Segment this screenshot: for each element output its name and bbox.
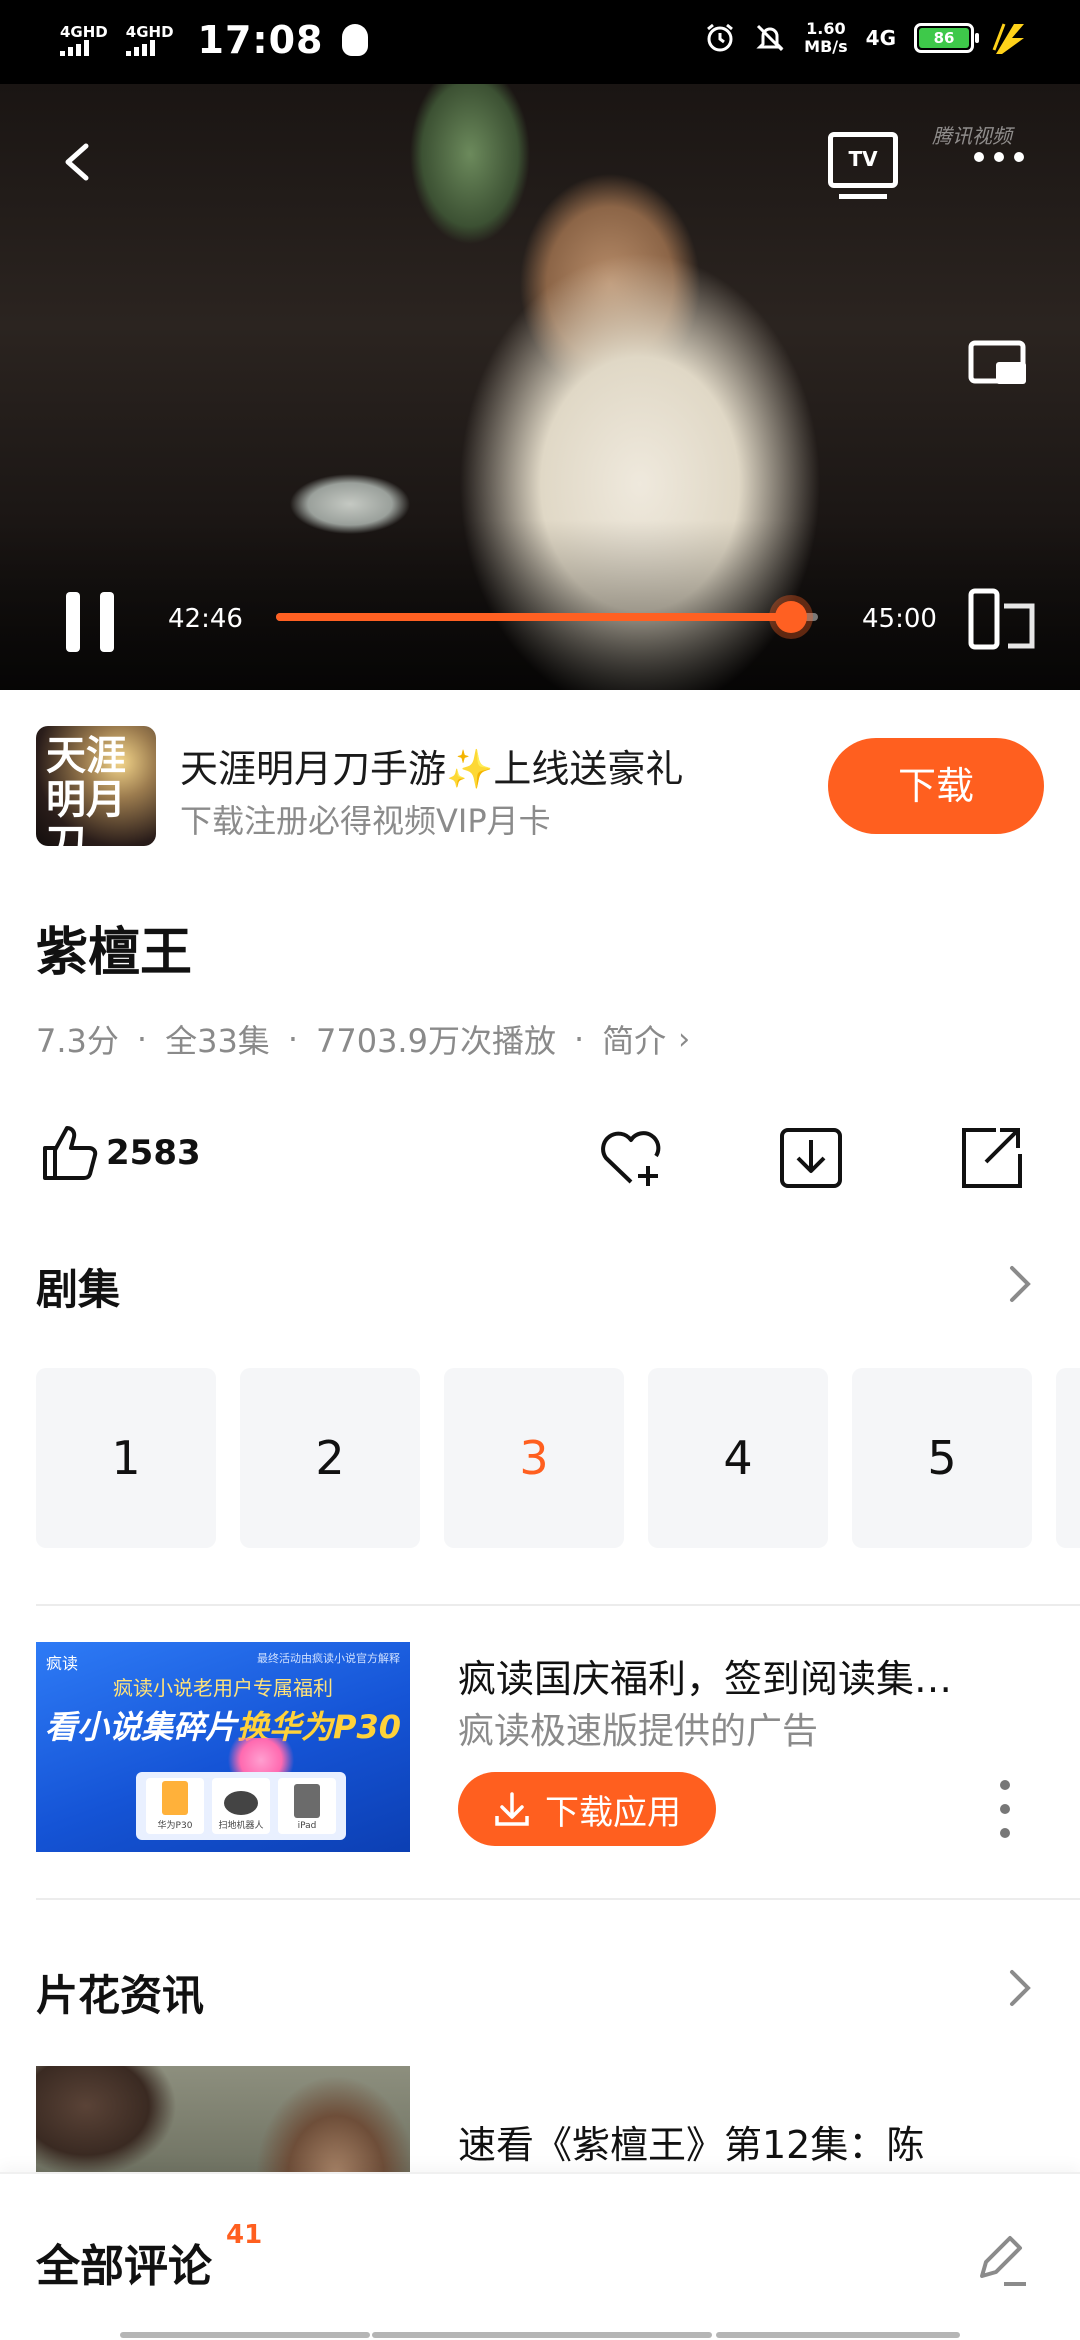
ad-download-button[interactable]: 下载 bbox=[828, 738, 1044, 834]
ad-card-title[interactable]: 疯读国庆福利，签到阅读集… bbox=[458, 1648, 1018, 1703]
prize-label: 华为P30 bbox=[157, 1821, 193, 1831]
intro-link[interactable]: 简介 bbox=[602, 1016, 666, 1062]
ad-card-image[interactable]: 疯读 最终活动由疯读小说官方解释 疯读小说老用户专属福利 看小说集碎片换华为P3… bbox=[36, 1642, 410, 1852]
sim2-signal-icon: 4GHD bbox=[125, 23, 174, 56]
meta-separator: · bbox=[287, 1020, 298, 1058]
show-title: 紫檀王 bbox=[36, 923, 193, 983]
edit-comment-icon[interactable] bbox=[972, 2230, 1032, 2290]
comment-bar[interactable]: 全部评论 41 bbox=[0, 2172, 1080, 2340]
back-icon[interactable] bbox=[58, 142, 98, 182]
sim1-signal-icon: 4GHD bbox=[60, 24, 108, 56]
share-icon[interactable] bbox=[956, 1122, 1026, 1192]
episode-tile-current[interactable]: 3 bbox=[444, 1368, 624, 1548]
divider bbox=[36, 1604, 1080, 1606]
prize-robot: 扫地机器人 bbox=[212, 1778, 270, 1834]
episode-tile[interactable]: 4 bbox=[648, 1368, 828, 1548]
video-player[interactable]: TV 腾讯视频 42:46 45:00 bbox=[0, 84, 1080, 690]
action-row: 2583 bbox=[0, 1110, 1080, 1200]
ad-subtitle: 下载注册必得视频VIP月卡 bbox=[180, 802, 551, 840]
net-speed-value: 1.60 bbox=[806, 19, 846, 38]
favorite-add-icon[interactable] bbox=[596, 1122, 666, 1192]
chevron-right-icon[interactable]: › bbox=[678, 1022, 690, 1057]
episode-tile[interactable]: 1 bbox=[36, 1368, 216, 1548]
sim2-label: 4GHD bbox=[125, 23, 174, 41]
ad-image-line2a: 看小说集碎片 bbox=[44, 1708, 237, 1746]
show-meta: 7.3分 · 全33集 · 7703.9万次播放 · 简介 › bbox=[36, 1016, 690, 1062]
battery-icon: 86 bbox=[914, 23, 979, 53]
comments-title[interactable]: 全部评论 bbox=[36, 2230, 212, 2294]
chevron-right-icon[interactable] bbox=[1006, 1264, 1034, 1304]
scroll-indicator bbox=[120, 2332, 370, 2338]
news-thumbnail[interactable] bbox=[36, 2066, 410, 2176]
mute-icon bbox=[756, 24, 784, 52]
ad-image-brand: 疯读 bbox=[46, 1654, 79, 1673]
download-icon[interactable] bbox=[776, 1122, 846, 1192]
download-icon bbox=[495, 1792, 529, 1826]
picture-in-picture-icon[interactable] bbox=[968, 340, 1026, 386]
total-duration: 45:00 bbox=[862, 604, 937, 634]
meta-separator: · bbox=[573, 1020, 585, 1058]
episodes-header[interactable]: 剧集 bbox=[36, 1256, 120, 1317]
pause-button[interactable] bbox=[66, 592, 114, 652]
ad-download-app-button[interactable]: 下载应用 bbox=[458, 1772, 716, 1846]
prize-ipad: iPad bbox=[278, 1778, 336, 1834]
comments-count: 41 bbox=[226, 2220, 263, 2250]
rotate-screen-icon[interactable] bbox=[968, 588, 1038, 650]
prize-label: iPad bbox=[297, 1821, 317, 1831]
cast-tv-button[interactable]: TV bbox=[828, 132, 898, 199]
like-button[interactable]: 2583 bbox=[40, 1122, 201, 1184]
net-speed-unit: MB/s bbox=[804, 37, 848, 56]
scroll-indicator bbox=[716, 2332, 960, 2338]
net-speed: 1.60 MB/s bbox=[804, 20, 847, 56]
divider bbox=[36, 1898, 1080, 1900]
qq-icon bbox=[341, 24, 368, 56]
network-type: 4G bbox=[865, 26, 896, 50]
ad-banner[interactable]: 天涯明月刀 天涯明月刀手游✨上线送豪礼 下载注册必得视频VIP月卡 下载 bbox=[0, 690, 1080, 860]
progress-bar[interactable] bbox=[276, 601, 818, 633]
prize-tray: 华为P30 扫地机器人 iPad bbox=[136, 1772, 346, 1840]
game-logo-text: 天涯明月刀 bbox=[46, 732, 126, 847]
ad-image-note: 最终活动由疯读小说官方解释 bbox=[257, 1652, 400, 1665]
play-count: 7703.9万次播放 bbox=[315, 1022, 556, 1060]
progress-thumb[interactable] bbox=[774, 601, 807, 633]
ad-download-app-label: 下载应用 bbox=[545, 1792, 681, 1833]
prize-phone: 华为P30 bbox=[146, 1778, 204, 1834]
episode-tile[interactable]: 2 bbox=[240, 1368, 420, 1548]
news-item-title[interactable]: 速看《紫檀王》第12集：陈 bbox=[458, 2114, 924, 2169]
status-bar: 4GHD 4GHD 17:08 1.60 MB/s 4G 86 bbox=[0, 0, 1080, 84]
show-score: 7.3分 bbox=[36, 1022, 119, 1060]
ad-image-line1: 疯读小说老用户专属福利 bbox=[113, 1676, 333, 1700]
clock: 17:08 bbox=[197, 18, 324, 62]
progress-fill bbox=[276, 613, 791, 621]
news-header[interactable]: 片花资讯 bbox=[36, 1962, 204, 2023]
meta-separator: · bbox=[136, 1020, 148, 1058]
charging-bolt-icon bbox=[992, 23, 1024, 54]
ad-card-subtitle: 疯读极速版提供的广告 bbox=[458, 1711, 819, 1752]
status-right: 1.60 MB/s 4G 86 bbox=[704, 20, 1030, 56]
episode-count: 全33集 bbox=[165, 1022, 270, 1060]
scroll-indicator bbox=[372, 2332, 712, 2338]
ad-image-line2: 看小说集碎片换华为P30 bbox=[36, 1702, 410, 1748]
ad-title: 天涯明月刀手游✨上线送豪礼 bbox=[180, 747, 684, 791]
prize-label: 扫地机器人 bbox=[218, 1821, 264, 1831]
elapsed-time: 42:46 bbox=[168, 604, 243, 634]
ad-more-options-icon[interactable] bbox=[1000, 1780, 1010, 1838]
episode-list: 1 2 3 4 5 bbox=[36, 1368, 1080, 1550]
more-options-icon[interactable] bbox=[974, 152, 1024, 162]
sim1-label: 4GHD bbox=[60, 23, 108, 41]
status-left: 4GHD 4GHD 17:08 bbox=[60, 18, 368, 62]
battery-level: 86 bbox=[919, 28, 969, 48]
like-count: 2583 bbox=[106, 1133, 201, 1173]
video-watermark: 腾讯视频 bbox=[932, 124, 1012, 148]
episode-tile-partial[interactable] bbox=[1056, 1368, 1080, 1548]
game-logo: 天涯明月刀 bbox=[36, 726, 156, 846]
alarm-icon bbox=[707, 23, 734, 52]
thumb-up-icon bbox=[43, 1126, 98, 1180]
chevron-right-icon[interactable] bbox=[1006, 1968, 1034, 2008]
episode-tile[interactable]: 5 bbox=[852, 1368, 1032, 1548]
